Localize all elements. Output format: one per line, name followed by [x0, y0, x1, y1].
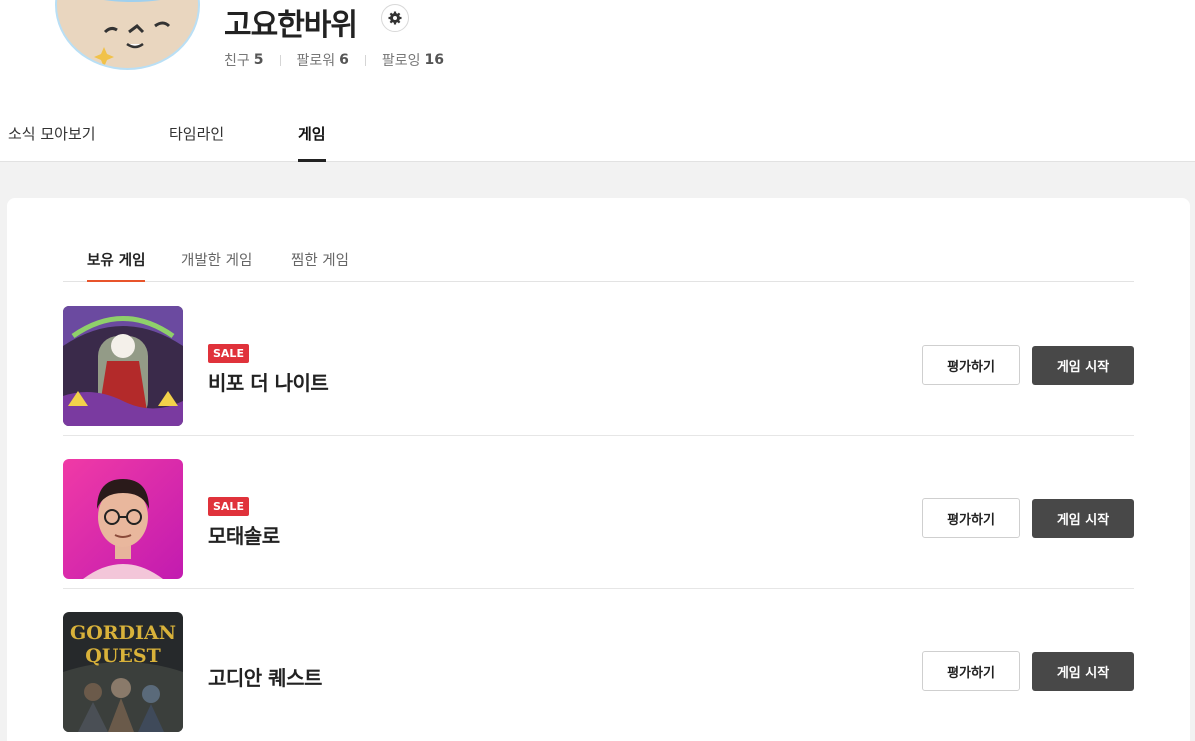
game-row: SALE 모태솔로 평가하기 게임 시작 [63, 436, 1134, 589]
profile-settings-button[interactable] [381, 4, 409, 32]
stat-label: 팔로잉 [382, 50, 421, 70]
game-row: SALE 비포 더 나이트 평가하기 게임 시작 [63, 283, 1134, 436]
game-title[interactable]: 비포 더 나이트 [208, 367, 328, 396]
rate-button[interactable]: 평가하기 [922, 651, 1020, 691]
game-row: GORDIAN QUEST 고디안 퀘스트 평가하기 게임 시작 [63, 589, 1134, 741]
tab-developed-games[interactable]: 개발한 게임 [181, 249, 252, 281]
game-thumbnail-art: GORDIAN QUEST [63, 612, 183, 732]
play-button[interactable]: 게임 시작 [1032, 652, 1134, 691]
stat-following[interactable]: 팔로잉 16 [382, 50, 444, 70]
rate-button[interactable]: 평가하기 [922, 498, 1020, 538]
stat-followers[interactable]: 팔로워 6 [297, 50, 349, 70]
game-thumbnail-art [63, 306, 183, 426]
stat-value: 5 [254, 52, 264, 68]
thumb-logo-line2: QUEST [85, 645, 160, 667]
tab-owned-games[interactable]: 보유 게임 [87, 249, 145, 281]
divider [280, 55, 281, 66]
game-thumbnail-art [63, 459, 183, 579]
games-card: 보유 게임 개발한 게임 찜한 게임 SALE 비포 더 나이트 평가하기 게임… [7, 198, 1190, 741]
game-thumbnail[interactable] [63, 306, 183, 426]
stat-value: 16 [425, 52, 444, 68]
game-thumbnail[interactable]: GORDIAN QUEST [63, 612, 183, 732]
game-thumbnail[interactable] [63, 459, 183, 579]
profile-name: 고요한바위 [224, 0, 357, 44]
tab-timeline[interactable]: 타임라인 [169, 108, 224, 162]
avatar-face [57, 0, 200, 70]
stat-value: 6 [339, 52, 349, 68]
sale-badge: SALE [208, 344, 249, 363]
game-title[interactable]: 모태솔로 [208, 520, 280, 549]
gear-icon [388, 11, 402, 25]
tab-news[interactable]: 소식 모아보기 [8, 108, 96, 162]
profile-header: 고요한바위 친구 5 팔로워 6 팔로잉 16 소식 모아보 [0, 0, 1195, 162]
stat-label: 팔로워 [297, 50, 336, 70]
tab-wishlist-games[interactable]: 찜한 게임 [291, 249, 349, 281]
play-button[interactable]: 게임 시작 [1032, 346, 1134, 385]
stat-label: 친구 [224, 50, 250, 70]
stat-friends[interactable]: 친구 5 [224, 50, 264, 70]
profile-stats: 친구 5 팔로워 6 팔로잉 16 [224, 50, 444, 70]
game-title[interactable]: 고디안 퀘스트 [208, 662, 322, 691]
rate-button[interactable]: 평가하기 [922, 345, 1020, 385]
thumb-logo-line1: GORDIAN [70, 622, 176, 644]
avatar[interactable] [55, 0, 200, 70]
tab-games[interactable]: 게임 [298, 108, 326, 162]
divider [365, 55, 366, 66]
sale-badge: SALE [208, 497, 249, 516]
sub-tabs: 보유 게임 개발한 게임 찜한 게임 [63, 234, 1134, 282]
play-button[interactable]: 게임 시작 [1032, 499, 1134, 538]
